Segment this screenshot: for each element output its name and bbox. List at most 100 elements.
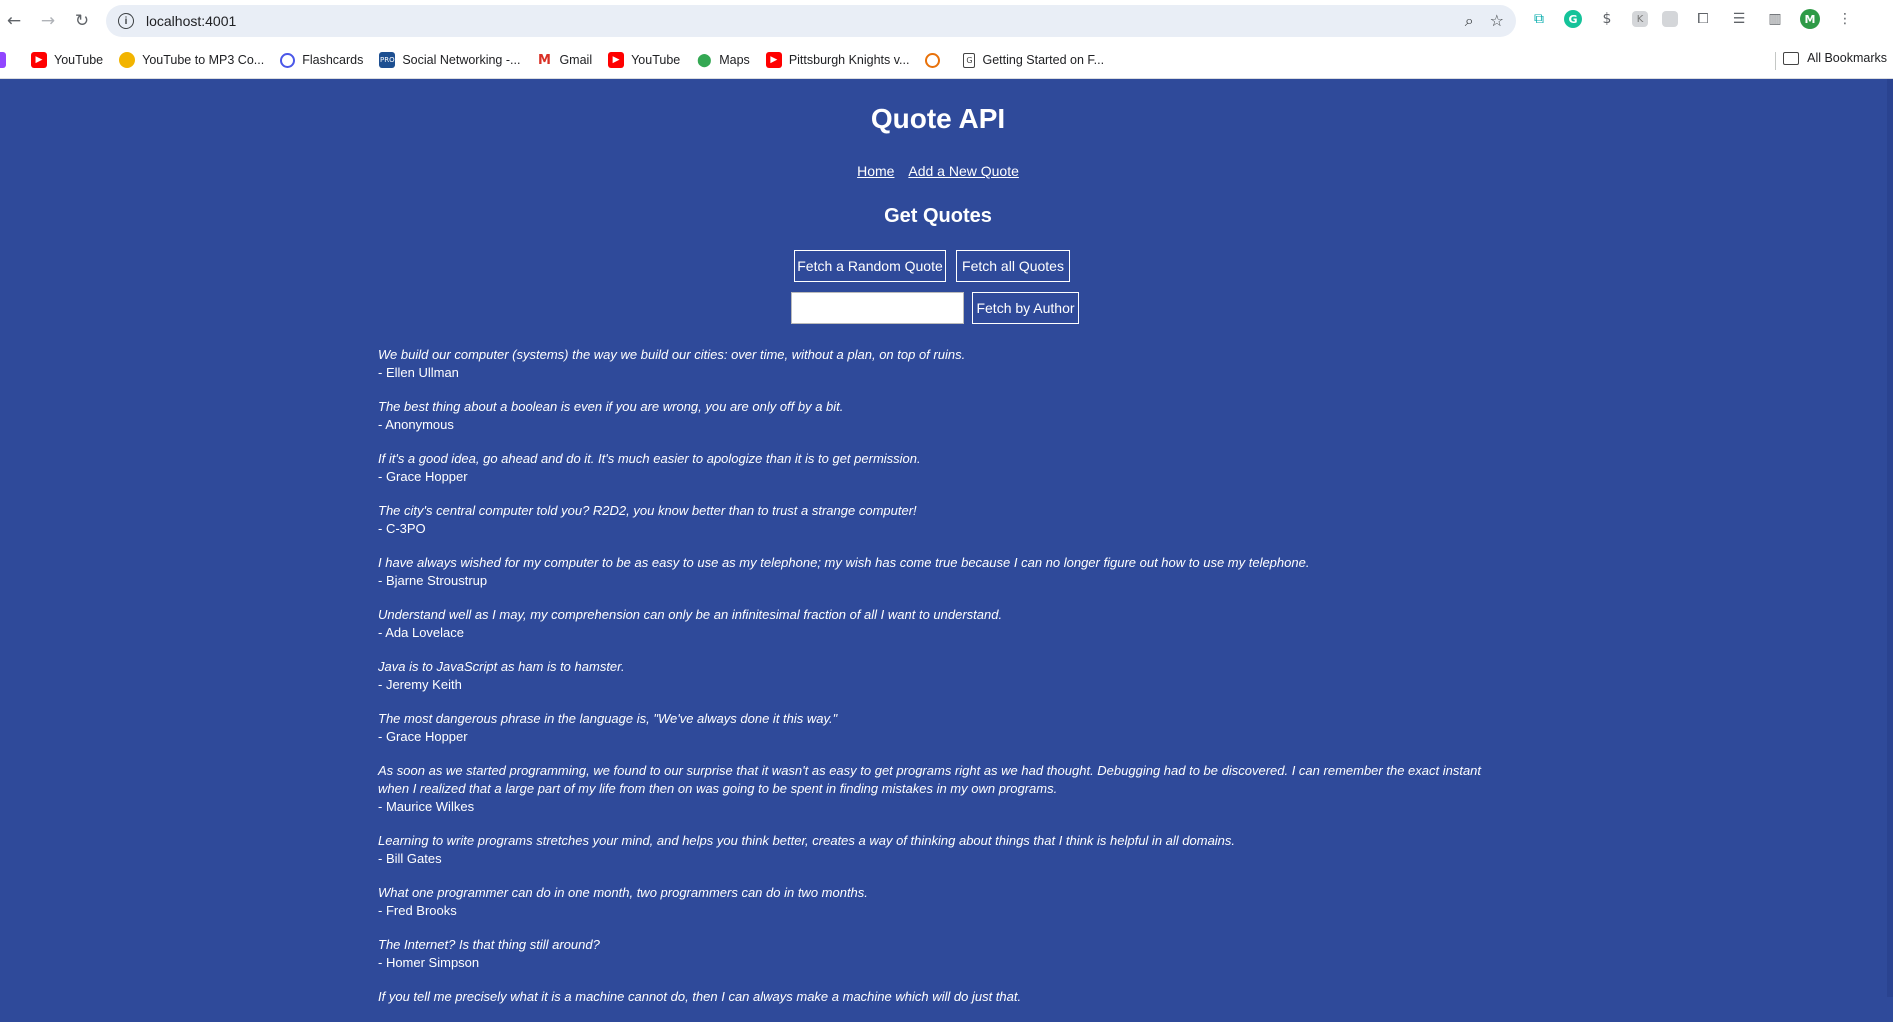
quote-author: - Ellen Ullman [378,365,459,380]
quote-item: Java is to JavaScript as ham is to hamst… [378,658,1503,694]
bookmark-orange[interactable] [925,52,947,68]
extensions-puzzle-icon[interactable]: ⧠ [1692,8,1714,30]
fetch-random-button[interactable]: Fetch a Random Quote [794,250,946,282]
quote-item: The city's central computer told you? R2… [378,502,1503,538]
k-extension-icon[interactable]: K [1632,11,1648,27]
quizlet-icon [280,52,296,68]
bookmark-label: Gmail [559,53,593,67]
quote-text: Learning to write programs stretches you… [378,833,1236,848]
bookmark-star-icon[interactable]: ☆ [1490,11,1504,31]
youtube-icon: ▶ [31,52,47,68]
quote-item: Learning to write programs stretches you… [378,832,1503,868]
bookmark-item[interactable]: M Gmail [536,52,592,68]
reload-icon[interactable]: ↻ [68,7,96,35]
all-bookmarks-button[interactable]: All Bookmarks [1783,51,1887,65]
quote-author: - Ada Lovelace [378,625,465,640]
youtube-icon: ▶ [608,52,625,68]
fetch-by-author-button[interactable]: Fetch by Author [972,292,1079,324]
maps-icon: ⬤ [696,52,713,68]
browser-toolbar: ← → ↻ i localhost:4001 ⌕ ☆ ⧉ G $ K ⧠ ☰ ▥… [0,0,1893,42]
forward-icon[interactable]: → [34,7,62,35]
script-extension-icon[interactable]: $ [1596,8,1618,30]
url-text[interactable]: localhost:4001 [146,13,236,29]
folder-icon [1783,51,1800,65]
quote-text: The best thing about a boolean is even i… [378,399,844,414]
quote-text: As soon as we started programming, we fo… [378,763,1482,796]
quote-author: - Anonymous [378,417,454,432]
bookmarks-bar: ▶ YouTube YouTube to MP3 Co... Flashcard… [0,42,1893,79]
quote-author: - Jeremy Keith [378,677,462,692]
home-link[interactable]: Home [857,163,894,179]
fetch-all-button[interactable]: Fetch all Quotes [956,250,1070,282]
page-content: Quote API Home Add a New Quote Get Quote… [0,79,1893,1004]
add-quote-link[interactable]: Add a New Quote [908,163,1019,179]
bookmark-label: YouTube [631,53,681,67]
bookmark-item[interactable]: Flashcards [280,52,364,68]
bookmark-twitch[interactable] [0,52,13,68]
quote-item: We build our computer (systems) the way … [378,346,1503,382]
quote-item: If it's a good idea, go ahead and do it.… [378,450,1503,486]
bookmark-label: YouTube [54,53,104,67]
back-icon[interactable]: ← [0,7,28,35]
quote-item: What one programmer can do in one month,… [378,884,1503,920]
bookmark-item[interactable]: PRO Social Networking -... [379,52,520,68]
bookmark-label: Getting Started on F... [982,53,1105,67]
zoom-icon[interactable]: ⌕ [1465,11,1474,31]
quote-author: - Maurice Wilkes [378,799,475,814]
quote-text: The most dangerous phrase in the languag… [378,711,838,726]
bookmark-label: Maps [719,53,750,67]
quote-text: The Internet? Is that thing still around… [378,937,600,952]
section-heading: Get Quotes [884,205,992,227]
quote-text: Understand well as I may, my comprehensi… [378,607,1003,622]
quote-author: - Homer Simpson [378,955,480,970]
quote-author: - Fred Brooks [378,903,457,918]
all-bookmarks-label: All Bookmarks [1807,51,1887,65]
bookmark-item[interactable]: ▶ YouTube [31,52,103,68]
quote-author: - Bjarne Stroustrup [378,573,488,588]
twitch-icon [0,52,6,68]
quotes-list: We build our computer (systems) the way … [378,346,1503,1022]
quote-author: - C-3PO [378,521,426,536]
quote-item: The most dangerous phrase in the languag… [378,710,1503,746]
quote-item: I have always wished for my computer to … [378,554,1503,590]
quote-author: - Bill Gates [378,851,442,866]
page-title: Quote API [870,103,1006,134]
quote-text: We build our computer (systems) the way … [378,347,966,362]
bookmark-item[interactable]: ▶ YouTube [608,52,680,68]
grey-extension-icon[interactable] [1662,11,1678,27]
menu-kebab-icon[interactable]: ⋮ [1834,8,1856,30]
bookmark-label: Flashcards [302,53,364,67]
orange-circle-icon [925,52,941,68]
quote-text: Java is to JavaScript as ham is to hamst… [378,659,625,674]
bookmark-label: Pittsburgh Knights v... [788,53,910,67]
translate-extension-icon[interactable]: ⧉ [1528,8,1550,30]
youtube-icon: ▶ [765,52,782,68]
page-scrollbar[interactable] [1887,79,1893,997]
quote-item: The best thing about a boolean is even i… [378,398,1503,434]
bookmarks-divider [1775,52,1776,70]
quote-item: If you tell me precisely what it is a ma… [378,988,1503,1006]
top-nav: Home Add a New Quote [0,163,1876,179]
grammarly-extension-icon[interactable]: G [1564,10,1582,28]
bookmark-label: Social Networking -... [402,53,521,67]
bookmark-item[interactable]: YouTube to MP3 Co... [119,52,264,68]
author-input[interactable] [791,292,964,324]
quote-text: What one programmer can do in one month,… [378,885,868,900]
quote-text: The city's central computer told you? R2… [378,503,917,518]
side-panel-icon[interactable]: ▥ [1764,8,1786,30]
reading-list-icon[interactable]: ☰ [1728,8,1750,30]
bookmark-item[interactable]: ▶ Pittsburgh Knights v... [765,52,910,68]
address-bar[interactable]: i localhost:4001 ⌕ ☆ [106,5,1516,37]
site-info-icon[interactable]: i [118,13,134,29]
procon-icon: PRO [379,52,396,68]
bookmark-label: YouTube to MP3 Co... [142,53,265,67]
profile-avatar[interactable]: M [1800,9,1820,29]
quote-item: Understand well as I may, my comprehensi… [378,606,1503,642]
gmail-icon: M [536,52,553,68]
quote-text: If you tell me precisely what it is a ma… [378,989,1022,1004]
bookmark-item[interactable]: G Getting Started on F... [963,52,1105,68]
bookmark-item[interactable]: ⬤ Maps [696,52,750,68]
quote-item: As soon as we started programming, we fo… [378,762,1503,816]
doc-icon: G [963,52,976,68]
quote-author: - Grace Hopper [378,469,468,484]
